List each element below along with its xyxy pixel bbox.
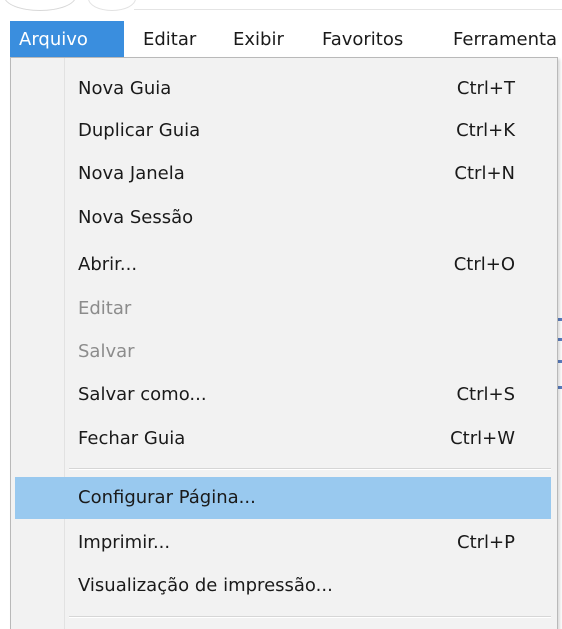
background-mark [558,360,562,363]
menubar-arquivo[interactable]: Arquivo [10,21,124,58]
menu-item-label: Visualização de impressão... [78,575,333,596]
background-line [134,9,562,10]
menu-separator [69,468,551,470]
menu-item-salvar-como[interactable]: Salvar como... Ctrl+S [11,374,557,416]
menu-item-shortcut: Ctrl+N [454,163,515,184]
menu-item-nova-janela[interactable]: Nova Janela Ctrl+N [11,153,557,195]
menu-item-shortcut: Ctrl+O [453,254,515,275]
menu-item-shortcut: Ctrl+K [456,120,515,141]
menu-item-nova-sessao[interactable]: Nova Sessão [11,197,557,239]
menu-item-salvar: Salvar [11,331,557,373]
menu-bar: Arquivo Editar Exibir Favoritos Ferramen… [0,21,562,58]
menubar-editar[interactable]: Editar [143,21,196,58]
background-decoration [88,0,136,11]
menu-item-label: Editar [78,298,132,319]
menu-item-label: Salvar [78,341,135,362]
menu-item-shortcut: Ctrl+T [456,78,515,99]
menu-item-shortcut: Ctrl+P [457,532,515,553]
menu-item-label: Fechar Guia [78,428,186,449]
menu-item-label: Nova Guia [78,78,172,99]
menu-item-shortcut: Ctrl+S [456,384,515,405]
menu-item-label: Abrir... [78,254,138,275]
menu-separator [69,616,551,618]
background-mark [558,386,562,389]
menu-item-editar: Editar [11,288,557,330]
menu-item-abrir[interactable]: Abrir... Ctrl+O [11,244,557,286]
menu-item-shortcut: Ctrl+W [450,428,515,449]
background-mark [558,318,562,321]
arquivo-dropdown-menu: Nova Guia Ctrl+T Duplicar Guia Ctrl+K No… [10,57,558,629]
menu-item-label: Salvar como... [78,384,207,405]
menubar-favoritos[interactable]: Favoritos [322,21,403,58]
menu-item-label: Nova Janela [78,163,185,184]
menu-item-nova-guia[interactable]: Nova Guia Ctrl+T [11,68,557,110]
menu-item-label: Duplicar Guia [78,120,201,141]
menu-item-fechar-guia[interactable]: Fechar Guia Ctrl+W [11,418,557,460]
menubar-exibir[interactable]: Exibir [233,21,284,58]
background-decoration [4,0,76,11]
background-mark [558,338,562,341]
screen: Arquivo Editar Exibir Favoritos Ferramen… [0,0,562,629]
menu-item-imprimir[interactable]: Imprimir... Ctrl+P [11,522,557,564]
menu-item-label: Imprimir... [78,532,171,553]
menu-item-visualizacao-de-impressao[interactable]: Visualização de impressão... [11,565,557,607]
menubar-ferramentas[interactable]: Ferramenta [453,21,557,58]
menu-item-duplicar-guia[interactable]: Duplicar Guia Ctrl+K [11,110,557,152]
menu-item-label: Configurar Página... [78,487,256,508]
menu-item-configurar-pagina[interactable]: Configurar Página... [15,477,551,519]
menu-item-label: Nova Sessão [78,207,194,228]
